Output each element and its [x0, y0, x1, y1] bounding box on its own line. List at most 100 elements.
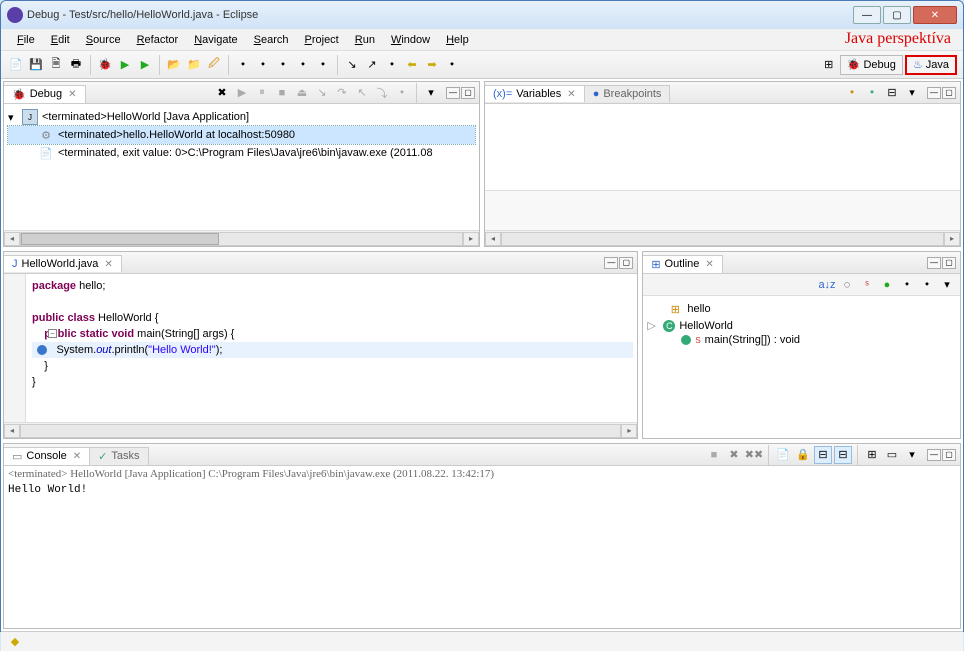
run-button[interactable]: ▶	[116, 56, 134, 74]
code-editor[interactable]: package hello; public class HelloWorld {…	[4, 274, 637, 422]
outline-item-method[interactable]: S main(String[]) : void	[647, 333, 956, 347]
drop-frame-button[interactable]: ⤵	[373, 84, 391, 102]
tb-btn-4[interactable]: ⬩	[383, 56, 401, 74]
outline-view-menu-button[interactable]: ▾	[938, 276, 956, 294]
debug-view-menu-button[interactable]: ▾	[422, 84, 440, 102]
disconnect-button[interactable]: ⏏	[293, 84, 311, 102]
step-return-button[interactable]: ↖	[353, 84, 371, 102]
menu-search[interactable]: Search	[246, 32, 297, 48]
outline-tree[interactable]: ⊞ hello ▷ C HelloWorld S main(String[]) …	[643, 296, 960, 438]
console-view-menu-button[interactable]: ▾	[903, 446, 921, 464]
menu-navigate[interactable]: Navigate	[186, 32, 245, 48]
tb-btn-3[interactable]: ⬩	[314, 56, 332, 74]
tab-editor[interactable]: J HelloWorld.java ✕	[4, 255, 122, 272]
fold-icon[interactable]: −	[48, 329, 57, 338]
open-perspective-button[interactable]: ⊞	[820, 56, 838, 74]
tb-btn-2[interactable]: ⬩	[294, 56, 312, 74]
show-type-names-button[interactable]: ⬩	[843, 84, 861, 102]
tab-console[interactable]: ▭ Console ✕	[4, 447, 90, 465]
use-step-filters-button[interactable]: ⬩	[393, 84, 411, 102]
open-task-button[interactable]: 📁	[185, 56, 203, 74]
close-tab-icon[interactable]: ✕	[104, 259, 112, 270]
editor-ruler[interactable]	[4, 274, 26, 422]
debug-hscrollbar[interactable]: ◂▸	[4, 230, 479, 246]
remove-all-button[interactable]: ✖✖	[745, 446, 763, 464]
hide-fields-button[interactable]: ◌	[838, 276, 856, 294]
new-console-button[interactable]: ▭	[883, 446, 901, 464]
minimize-view-button[interactable]: —	[446, 87, 460, 99]
print-button[interactable]: 🖶	[67, 56, 85, 74]
hide-local-button[interactable]: ⬩	[898, 276, 916, 294]
perspective-debug[interactable]: 🐞 Debug	[840, 55, 903, 75]
vars-view-menu-button[interactable]: ▾	[903, 84, 921, 102]
minimize-view-button[interactable]: —	[927, 257, 941, 269]
resume-button[interactable]: ▶	[233, 84, 251, 102]
tab-breakpoints[interactable]: ● Breakpoints	[585, 85, 671, 102]
menu-run[interactable]: Run	[347, 32, 383, 48]
link-editor-button[interactable]: ⬩	[918, 276, 936, 294]
tree-row-launch[interactable]: ▾ J <terminated>HelloWorld [Java Applica…	[8, 108, 475, 126]
maximize-view-button[interactable]: ▢	[619, 257, 633, 269]
minimize-button[interactable]: —	[853, 6, 881, 24]
menu-edit[interactable]: Edit	[43, 32, 78, 48]
tree-row-process[interactable]: 📄 <terminated, exit value: 0>C:\Program …	[8, 144, 475, 162]
maximize-view-button[interactable]: ▢	[942, 257, 956, 269]
menu-project[interactable]: Project	[297, 32, 347, 48]
minimize-view-button[interactable]: —	[604, 257, 618, 269]
pin-console-button[interactable]: ⊟	[814, 446, 832, 464]
sort-button[interactable]: a↓z	[818, 276, 836, 294]
remove-launch-button[interactable]: ✖	[725, 446, 743, 464]
close-tab-icon[interactable]: ✕	[705, 259, 713, 270]
maximize-view-button[interactable]: ▢	[461, 87, 475, 99]
terminate-console-button[interactable]: ■	[705, 446, 723, 464]
menu-file[interactable]: File	[9, 32, 43, 48]
clear-console-button[interactable]: 📄	[774, 446, 792, 464]
terminate-button[interactable]: ■	[273, 84, 291, 102]
maximize-view-button[interactable]: ▢	[942, 449, 956, 461]
maximize-view-button[interactable]: ▢	[942, 87, 956, 99]
outline-item-package[interactable]: ⊞ hello	[647, 300, 956, 318]
menu-source[interactable]: Source	[78, 32, 129, 48]
minimize-view-button[interactable]: —	[927, 449, 941, 461]
tab-variables[interactable]: (x)= Variables ✕	[485, 85, 585, 102]
save-all-button[interactable]: 🗎	[47, 56, 65, 74]
search-button[interactable]: 🖉	[205, 56, 223, 74]
outline-item-class[interactable]: ▷ C HelloWorld	[647, 318, 956, 333]
skip-breakpoints-button[interactable]: ⬩	[254, 56, 272, 74]
suspend-button[interactable]: ⏸	[253, 84, 271, 102]
step-over-button[interactable]: ↷	[333, 84, 351, 102]
console-output[interactable]: Hello World!	[4, 482, 960, 498]
open-console-button[interactable]: ⊞	[863, 446, 881, 464]
remove-terminated-button[interactable]: ✖	[213, 84, 231, 102]
close-tab-icon[interactable]: ✕	[68, 89, 76, 100]
tb-btn-5[interactable]: ⬩	[443, 56, 461, 74]
forward-button[interactable]: ➡	[423, 56, 441, 74]
menu-window[interactable]: Window	[383, 32, 438, 48]
close-button[interactable]: ✕	[913, 6, 957, 24]
step-into-button[interactable]: ↘	[313, 84, 331, 102]
drop-button[interactable]: ↗	[363, 56, 381, 74]
open-type-button[interactable]: 📂	[165, 56, 183, 74]
display-console-button[interactable]: ⊟	[834, 446, 852, 464]
hide-nonpublic-button[interactable]: ●	[878, 276, 896, 294]
tree-row-vm[interactable]: ⚙ <terminated>hello.HelloWorld at localh…	[8, 126, 475, 144]
breakpoint-icon[interactable]	[37, 345, 47, 355]
new-button[interactable]: 📄	[7, 56, 25, 74]
save-button[interactable]: 💾	[27, 56, 45, 74]
toggle-breakpoint-button[interactable]: ⬩	[234, 56, 252, 74]
scroll-lock-button[interactable]: 🔒	[794, 446, 812, 464]
close-tab-icon[interactable]: ✕	[567, 89, 575, 100]
debug-button[interactable]: 🐞	[96, 56, 114, 74]
hide-static-button[interactable]: ˢ	[858, 276, 876, 294]
menu-help[interactable]: Help	[438, 32, 477, 48]
step-button[interactable]: ↘	[343, 56, 361, 74]
show-logical-button[interactable]: ⬩	[863, 84, 881, 102]
back-button[interactable]: ⬅	[403, 56, 421, 74]
tb-btn-1[interactable]: ⬩	[274, 56, 292, 74]
maximize-button[interactable]: ▢	[883, 6, 911, 24]
perspective-java[interactable]: ♨ Java	[905, 55, 957, 75]
run-last-button[interactable]: ▶	[136, 56, 154, 74]
editor-hscrollbar[interactable]: ◂▸	[4, 422, 637, 438]
close-tab-icon[interactable]: ✕	[73, 451, 81, 462]
vars-hscrollbar[interactable]: ◂▸	[485, 230, 960, 246]
